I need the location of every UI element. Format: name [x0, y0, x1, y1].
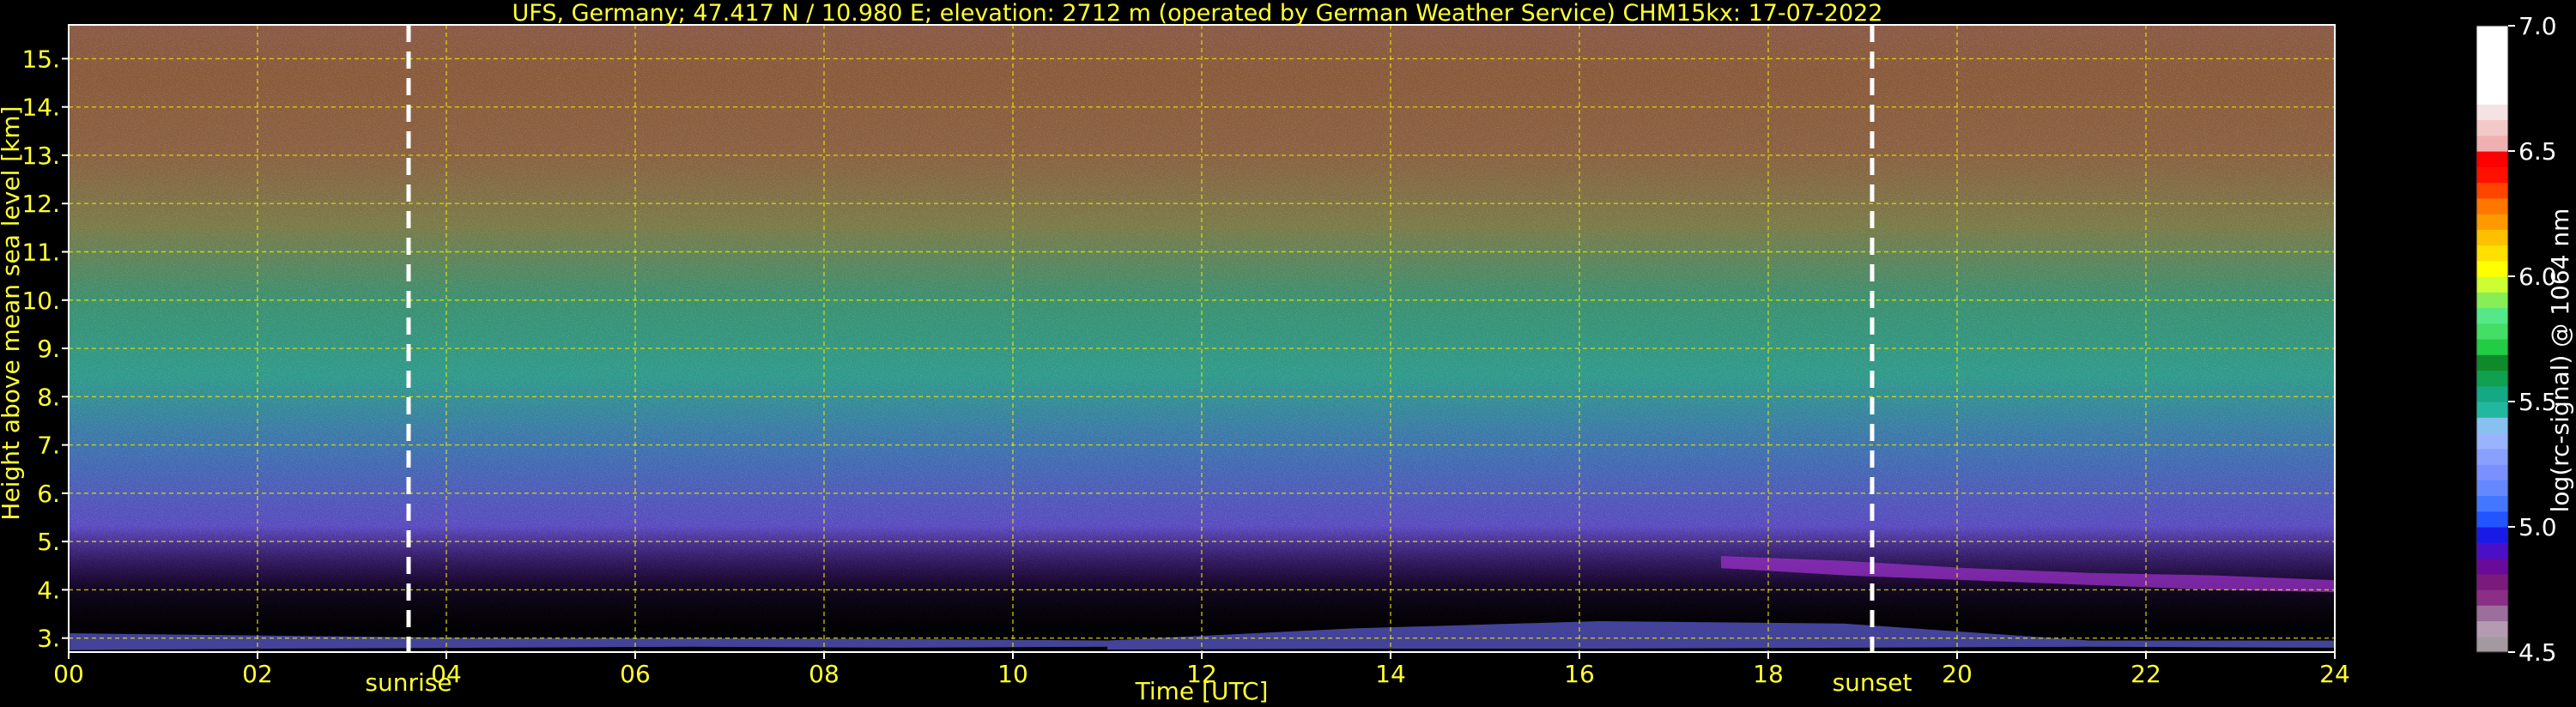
colorbar-segment: [2476, 307, 2508, 324]
y-tick-label: 11.: [21, 238, 60, 266]
x-tick-label: 06: [620, 660, 651, 688]
colorbar-segment: [2476, 527, 2508, 543]
x-tick-label: 00: [53, 660, 84, 688]
y-tick-label: 10.: [21, 287, 60, 315]
y-axis-label: Height above mean sea level [km]: [0, 106, 25, 520]
colorbar-segment: [2476, 432, 2508, 450]
colorbar-segment: [2476, 260, 2508, 277]
colorbar-segment: [2476, 605, 2508, 622]
colorbar-segment: [2476, 354, 2508, 372]
colorbar-segment: [2476, 57, 2508, 74]
colorbar-segment: [2476, 292, 2508, 309]
colorbar-label: log(rc-signal) @ 1064 nm: [2546, 208, 2574, 513]
y-tick-label: 15.: [21, 45, 60, 73]
colorbar-segment: [2476, 104, 2508, 121]
colorbar-segment: [2476, 385, 2508, 402]
colorbar-segment: [2476, 402, 2508, 418]
colorbar-segment: [2476, 323, 2508, 340]
sunset-label: sunset: [1833, 668, 1912, 697]
x-tick-label: 02: [242, 660, 273, 688]
colorbar-segment: [2476, 558, 2508, 575]
colorbar-segment: [2476, 197, 2508, 215]
colorbar-segment: [2476, 620, 2508, 638]
colorbar-tick-label: 4.5: [2518, 638, 2557, 667]
y-tick-label: 14.: [21, 94, 60, 122]
colorbar-segment: [2476, 41, 2508, 58]
colorbar-segment: [2476, 511, 2508, 528]
y-tick-label: 13.: [21, 142, 60, 170]
colorbar-segment: [2476, 448, 2508, 465]
y-tick-label: 7.: [37, 432, 60, 460]
y-tick-label: 9.: [37, 335, 60, 363]
colorbar-segment: [2476, 339, 2508, 355]
colorbar-segment: [2476, 495, 2508, 512]
x-tick-label: 10: [997, 660, 1028, 688]
colorbar-segment: [2476, 135, 2508, 152]
colorbar-tick-label: 5.0: [2518, 513, 2557, 541]
y-tick-label: 3.: [37, 625, 60, 653]
y-tick-label: 6.: [37, 480, 60, 508]
x-tick-label: 14: [1375, 660, 1406, 688]
colorbar-segment: [2476, 370, 2508, 387]
ceilometer-chart: sunrise sunset 00 02 04 06 08 10 12 14 16 18 20 22 24…: [0, 0, 2574, 705]
colorbar-tick-label: 6.5: [2518, 137, 2557, 166]
x-tick-label: 22: [2131, 660, 2161, 688]
y-tick-label: 12.: [21, 190, 60, 218]
x-tick-label: 04: [431, 660, 462, 688]
colorbar-segment: [2476, 26, 2508, 42]
colorbar-segment: [2476, 542, 2508, 559]
colorbar-segment: [2476, 480, 2508, 497]
colorbar-segment: [2476, 464, 2508, 480]
colorbar-segment: [2476, 119, 2508, 136]
y-tick-label: 4.: [37, 576, 60, 604]
colorbar-segment: [2476, 276, 2508, 293]
chart-title: UFS, Germany; 47.417 N / 10.980 E; eleva…: [512, 0, 1883, 27]
x-tick-label: 20: [1942, 660, 1973, 688]
colorbar-segment: [2476, 88, 2508, 105]
colorbar-segment: [2476, 636, 2508, 653]
colorbar-segment: [2476, 573, 2508, 590]
colorbar-segment: [2476, 245, 2508, 262]
colorbar-segment: [2476, 229, 2508, 246]
x-tick-label: 08: [809, 660, 839, 688]
x-tick-label: 16: [1564, 660, 1595, 688]
colorbar-segment: [2476, 151, 2508, 167]
colorbar-segment: [2476, 72, 2508, 89]
colorbar-tick-label: 7.0: [2518, 12, 2557, 40]
y-tick-label: 5.: [37, 528, 60, 556]
colorbar-segment: [2476, 166, 2508, 184]
colorbar-segment: [2476, 214, 2508, 230]
x-tick-label: 18: [1753, 660, 1784, 688]
y-tick-label: 8.: [37, 383, 60, 411]
colorbar-segment: [2476, 589, 2508, 606]
colorbar-segment: [2476, 417, 2508, 434]
colorbar-segment: [2476, 182, 2508, 199]
x-tick-label: 24: [2319, 660, 2350, 688]
x-axis-label: Time [UTC]: [1135, 677, 1269, 705]
